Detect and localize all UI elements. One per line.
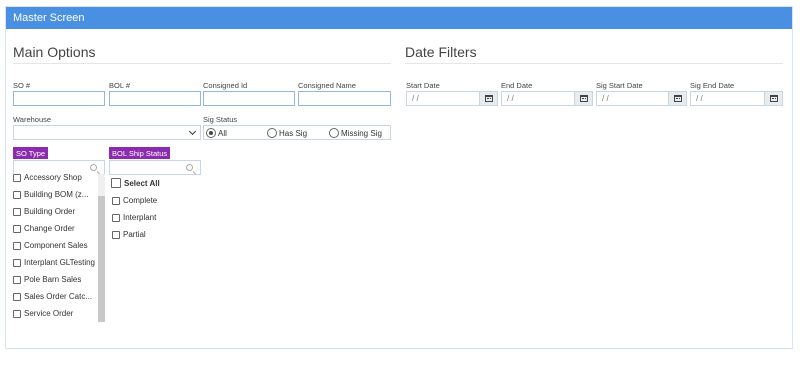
calendar-icon — [580, 95, 588, 102]
panel-title: Master Screen — [13, 12, 85, 24]
radio-selected-icon — [206, 128, 216, 138]
list-item[interactable]: Accessory Shop — [13, 174, 82, 182]
checkbox-icon[interactable] — [13, 190, 21, 199]
checkbox-icon[interactable] — [13, 207, 21, 216]
sig-start-date-input[interactable]: / / — [596, 91, 687, 106]
checkbox-icon[interactable] — [112, 213, 120, 222]
warehouse-select[interactable] — [13, 125, 201, 140]
checkbox-icon[interactable] — [13, 224, 21, 233]
sig-end-date-label: Sig End Date — [690, 81, 735, 90]
list-item[interactable]: Interplant GLTesting — [13, 258, 95, 267]
list-item[interactable]: Building Order — [13, 207, 75, 216]
list-item[interactable]: Complete — [112, 196, 157, 205]
checkbox-icon[interactable] — [111, 178, 121, 188]
calendar-icon — [674, 95, 682, 102]
sig-end-date-picker-button[interactable] — [764, 92, 782, 105]
consigned-name-label: Consigned Name — [298, 81, 356, 90]
so-number-input[interactable] — [13, 91, 105, 106]
consigned-id-label: Consigned Id — [203, 81, 248, 90]
start-date-input[interactable]: / / — [406, 91, 498, 106]
warehouse-label: Warehouse — [13, 115, 52, 124]
sig-start-date-label: Sig Start Date — [596, 81, 643, 90]
panel-header: Master Screen — [6, 7, 792, 29]
list-item[interactable]: Partial — [112, 230, 146, 239]
sig-start-date-picker-button[interactable] — [668, 92, 686, 105]
sig-status-missing-sig-radio[interactable]: Missing Sig — [329, 128, 382, 138]
bol-number-input[interactable] — [109, 91, 201, 106]
checkbox-icon[interactable] — [112, 230, 120, 239]
start-date-picker-button[interactable] — [479, 92, 497, 105]
checkbox-icon[interactable] — [13, 174, 21, 182]
list-item[interactable]: Pole Barn Sales — [13, 275, 81, 284]
checkbox-icon[interactable] — [13, 258, 21, 267]
bol-number-label: BOL # — [109, 81, 130, 90]
scrollbar-thumb[interactable] — [98, 196, 105, 322]
so-type-label: SO Type — [13, 147, 49, 159]
radio-icon — [267, 128, 277, 138]
consigned-name-input[interactable] — [298, 91, 391, 106]
checkbox-icon[interactable] — [13, 241, 21, 250]
checkbox-icon[interactable] — [13, 292, 21, 301]
list-item[interactable]: Interplant — [112, 213, 156, 222]
search-icon — [90, 164, 97, 171]
consigned-id-input[interactable] — [203, 91, 295, 106]
select-all-item[interactable]: Select All — [111, 178, 160, 188]
calendar-icon — [485, 95, 493, 102]
date-filters-title: Date Filters — [405, 44, 477, 60]
end-date-picker-button[interactable] — [574, 92, 592, 105]
list-item[interactable]: Change Order — [13, 224, 75, 233]
so-type-list: Accessory Shop Building BOM (z... Buildi… — [13, 174, 105, 322]
sig-status-radio-group: All Has Sig Missing Sig — [203, 125, 391, 140]
checkbox-icon[interactable] — [13, 309, 21, 318]
radio-icon — [329, 128, 339, 138]
end-date-label: End Date — [501, 81, 533, 90]
so-type-search-input[interactable] — [13, 160, 105, 175]
date-filters-divider — [405, 63, 783, 64]
start-date-label: Start Date — [406, 81, 440, 90]
main-options-title: Main Options — [13, 44, 96, 60]
main-options-divider — [13, 63, 391, 64]
bol-ship-status-list: Select All Complete Interplant Partial — [109, 175, 201, 245]
checkbox-icon[interactable] — [112, 196, 120, 205]
sig-status-label: Sig Status — [203, 115, 238, 124]
end-date-input[interactable]: / / — [501, 91, 593, 106]
so-number-label: SO # — [13, 81, 31, 90]
bol-ship-status-label: BOL Ship Status — [109, 147, 171, 159]
sig-status-all-radio[interactable]: All — [206, 128, 227, 138]
list-item[interactable]: Service Order — [13, 309, 73, 318]
list-item[interactable]: Building BOM (z... — [13, 190, 88, 199]
list-item[interactable]: Sales Order Catc... — [13, 292, 92, 301]
sig-status-has-sig-radio[interactable]: Has Sig — [267, 128, 307, 138]
checkbox-icon[interactable] — [13, 275, 21, 284]
search-icon — [186, 164, 193, 171]
sig-end-date-input[interactable]: / / — [690, 91, 783, 106]
bol-ship-status-search-input[interactable] — [109, 160, 201, 175]
chevron-down-icon — [188, 127, 197, 136]
list-item[interactable]: Component Sales — [13, 241, 88, 250]
calendar-icon — [770, 95, 778, 102]
